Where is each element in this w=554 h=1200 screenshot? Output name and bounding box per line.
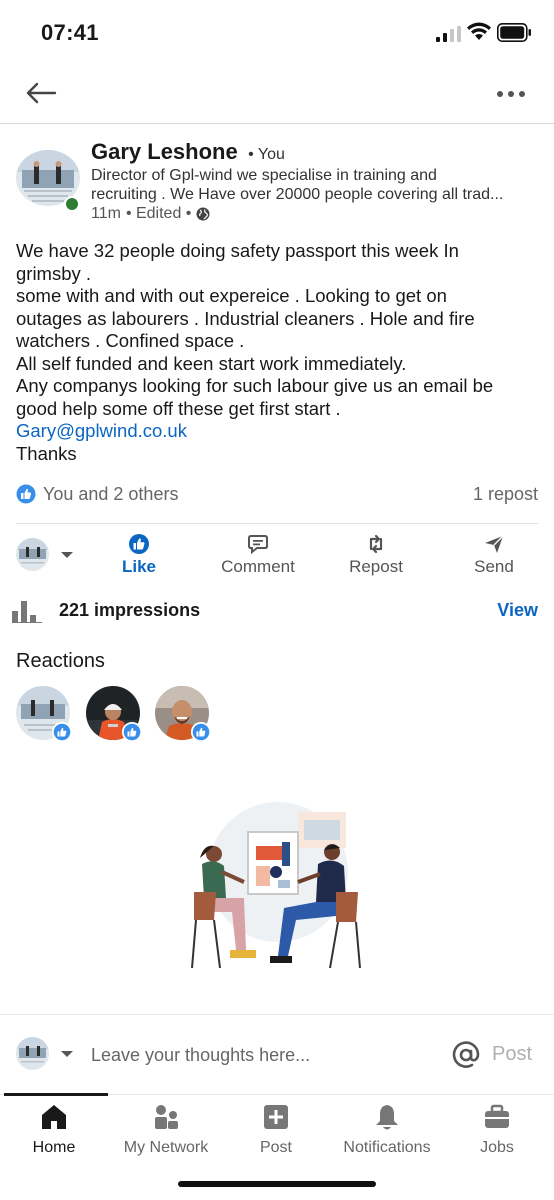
body-line: outages as labourers . Industrial cleane… — [16, 307, 475, 329]
view-analytics-link[interactable]: View — [497, 600, 538, 621]
comment-button[interactable]: Comment — [212, 533, 304, 577]
comment-composer: Post — [0, 1014, 554, 1094]
globe-icon — [196, 207, 210, 221]
repost-button[interactable]: Repost — [340, 533, 412, 577]
network-icon — [155, 1105, 178, 1129]
caret-down-icon[interactable] — [60, 1049, 74, 1059]
tab-label: Jobs — [480, 1139, 514, 1156]
send-icon — [485, 535, 504, 553]
headline-line-2: recruiting . We Have over 20000 people c… — [91, 186, 504, 203]
social-counts: You and 2 others 1 repost — [16, 482, 538, 508]
battery-icon — [497, 23, 531, 42]
actor-avatar — [16, 538, 49, 571]
top-nav — [0, 62, 554, 124]
comment-input[interactable] — [91, 1041, 421, 1069]
body-line: watchers . Confined space . — [16, 330, 245, 351]
tab-post[interactable]: Post — [246, 1103, 306, 1157]
reactor-avatar[interactable] — [155, 686, 211, 742]
body-line: grimsby . — [16, 262, 92, 284]
post-body: We have 32 people doing safety passport … — [16, 240, 541, 465]
body-line: some with and with out expereice . Looki… — [16, 285, 447, 306]
like-badge-icon — [52, 722, 72, 742]
tab-label: My Network — [123, 1139, 209, 1156]
composer-photo — [16, 1037, 49, 1070]
impressions-count: 221 impressions — [59, 600, 201, 620]
like-badge-icon — [122, 722, 142, 742]
body-closing: Thanks — [16, 442, 77, 464]
plus-box-icon — [264, 1105, 288, 1129]
email-link[interactable]: Gary@gplwind.co.uk — [16, 420, 541, 443]
briefcase-icon — [485, 1104, 509, 1128]
actor-switcher[interactable] — [16, 538, 76, 572]
author-line: Gary Leshone • You — [91, 139, 285, 165]
status-time: 07:41 — [41, 20, 99, 45]
tab-label: Post — [259, 1139, 292, 1156]
body-line: All self funded and keen start work imme… — [16, 352, 407, 374]
author-name[interactable]: Gary Leshone — [91, 139, 238, 164]
like-icon — [129, 534, 149, 554]
edited-label: • Edited • — [125, 205, 192, 222]
send-label: Send — [474, 557, 514, 576]
reactor-avatar[interactable] — [16, 686, 72, 742]
author-headline: Director of Gpl-wind we specialise in tr… — [91, 166, 536, 204]
actor-photo — [16, 538, 49, 571]
more-options-button[interactable] — [492, 80, 530, 108]
wifi-icon — [467, 22, 491, 40]
like-button[interactable]: Like — [109, 533, 169, 577]
analytics-bars-icon — [12, 601, 42, 623]
repost-icon — [369, 534, 383, 554]
tab-label: Notifications — [343, 1139, 431, 1156]
online-status-dot — [64, 196, 80, 212]
mention-at-icon[interactable] — [450, 1039, 482, 1071]
reactions-heading: Reactions — [16, 650, 105, 672]
tab-label: Home — [32, 1139, 76, 1156]
tab-home[interactable]: Home — [22, 1103, 86, 1157]
post-comment-button[interactable]: Post — [492, 1043, 532, 1066]
home-icon — [42, 1105, 66, 1129]
back-button[interactable] — [22, 76, 60, 110]
status-bar: 07:41 — [0, 0, 554, 62]
active-tab-indicator — [4, 1093, 108, 1096]
post-meta: 11m • Edited • — [91, 205, 210, 223]
impressions-row: 221 impressions View — [12, 598, 538, 624]
post-time: 11m — [91, 205, 121, 222]
comment-label: Comment — [221, 557, 295, 576]
reactions-summary[interactable]: You and 2 others — [43, 484, 178, 505]
ellipsis-icon — [497, 91, 525, 97]
connection-degree: • You — [248, 146, 285, 163]
reactor-avatar[interactable] — [86, 686, 142, 742]
tab-notifications[interactable]: Notifications — [334, 1103, 440, 1157]
bell-icon — [376, 1105, 398, 1130]
caret-down-icon — [61, 552, 73, 558]
send-button[interactable]: Send — [460, 533, 528, 577]
tab-jobs[interactable]: Jobs — [464, 1103, 530, 1157]
like-reaction-icon — [16, 484, 36, 504]
repost-label: Repost — [349, 557, 403, 576]
divider — [16, 523, 538, 524]
arrow-left-icon — [26, 82, 57, 104]
like-label: Like — [121, 557, 157, 576]
body-line: We have 32 people doing safety passport … — [16, 240, 459, 261]
tab-my-network[interactable]: My Network — [116, 1103, 216, 1157]
headline-line-1: Director of Gpl-wind we specialise in tr… — [91, 167, 437, 184]
signal-icon — [436, 26, 461, 42]
repost-count[interactable]: 1 repost — [473, 484, 538, 505]
conversation-illustration — [186, 802, 366, 969]
body-line: Any companys looking for such labour giv… — [16, 375, 494, 396]
body-line: good help some off these get first start… — [16, 397, 341, 419]
home-indicator — [178, 1181, 376, 1187]
like-badge-icon — [191, 722, 211, 742]
composer-avatar[interactable] — [16, 1037, 49, 1070]
comment-icon — [248, 535, 268, 555]
